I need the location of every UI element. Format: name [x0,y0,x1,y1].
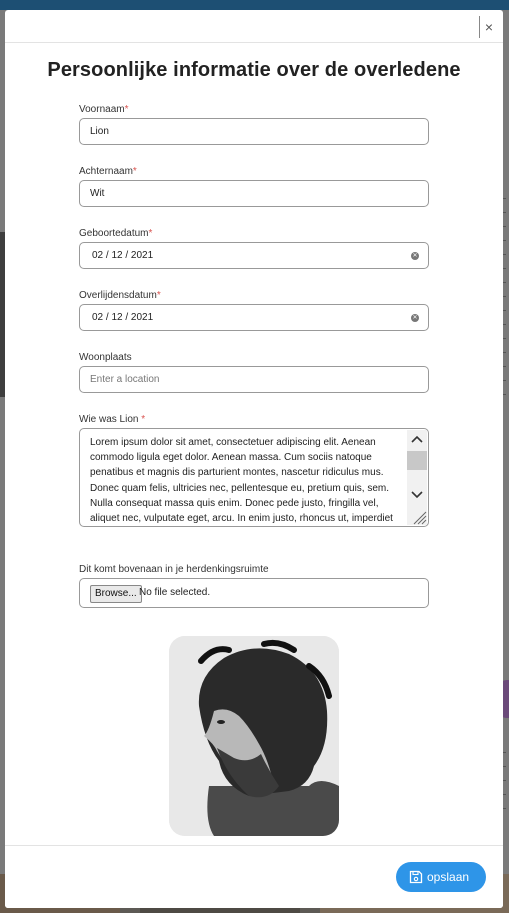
clear-date-icon[interactable]: ✕ [411,252,419,260]
about-label: Wie was Lion * [79,414,146,425]
last-name-field: Achternaam* Wit [79,165,429,207]
cover-image-label: Dit komt bovenaan in je herdenkingsruimt… [79,564,269,575]
birth-date-value: 02 / 12 / 2021 [92,250,154,261]
birth-date-input[interactable]: 02 / 12 / 2021 ✕ [79,242,429,269]
resize-grip-icon[interactable] [409,507,427,525]
about-text: Lorem ipsum dolor sit amet, consectetuer… [90,437,393,525]
death-date-field: Overlijdensdatum* 02 / 12 / 2021 ✕ [79,289,429,331]
death-date-label: Overlijdensdatum* [79,290,161,301]
residence-label: Woonplaats [79,352,132,363]
portrait-photo [169,636,339,836]
save-button[interactable]: opslaan [396,862,486,892]
first-name-field: Voornaam* Lion [79,103,429,145]
modal-title: Persoonlijke informatie over de overlede… [47,59,461,81]
modal-footer: opslaan [5,845,503,908]
birth-date-label: Geboortedatum* [79,228,153,239]
cover-image-field: Dit komt bovenaan in je herdenkingsruimt… [79,563,429,608]
about-field: Wie was Lion * Lorem ipsum dolor sit ame… [79,413,429,527]
death-date-input[interactable]: 02 / 12 / 2021 ✕ [79,304,429,331]
site-header-bar [0,0,509,10]
residence-input[interactable]: Enter a location [79,366,429,393]
first-name-input[interactable]: Lion [79,118,429,145]
residence-field: Woonplaats Enter a location [79,351,429,393]
close-icon[interactable]: × [485,19,493,35]
scroll-up-icon[interactable] [407,430,427,448]
scroll-down-icon[interactable] [407,486,427,504]
death-date-value: 02 / 12 / 2021 [92,312,154,323]
floppy-disk-icon [409,870,423,884]
first-name-label: Voornaam* [79,104,129,115]
about-textarea[interactable]: Lorem ipsum dolor sit amet, consectetuer… [79,428,429,527]
close-button[interactable]: × [479,16,493,38]
scroll-thumb[interactable] [407,451,427,470]
last-name-label: Achternaam* [79,166,137,177]
personal-info-modal: × Persoonlijke informatie over de overle… [5,10,503,908]
cover-image-file-input[interactable]: Browse... No file selected. [79,578,429,608]
file-status: No file selected. [139,587,211,598]
clear-date-icon[interactable]: ✕ [411,314,419,322]
birth-date-field: Geboortedatum* 02 / 12 / 2021 ✕ [79,227,429,269]
browse-button[interactable]: Browse... [90,585,142,603]
modal-header: × [5,10,503,43]
save-label: opslaan [427,870,470,884]
last-name-input[interactable]: Wit [79,180,429,207]
